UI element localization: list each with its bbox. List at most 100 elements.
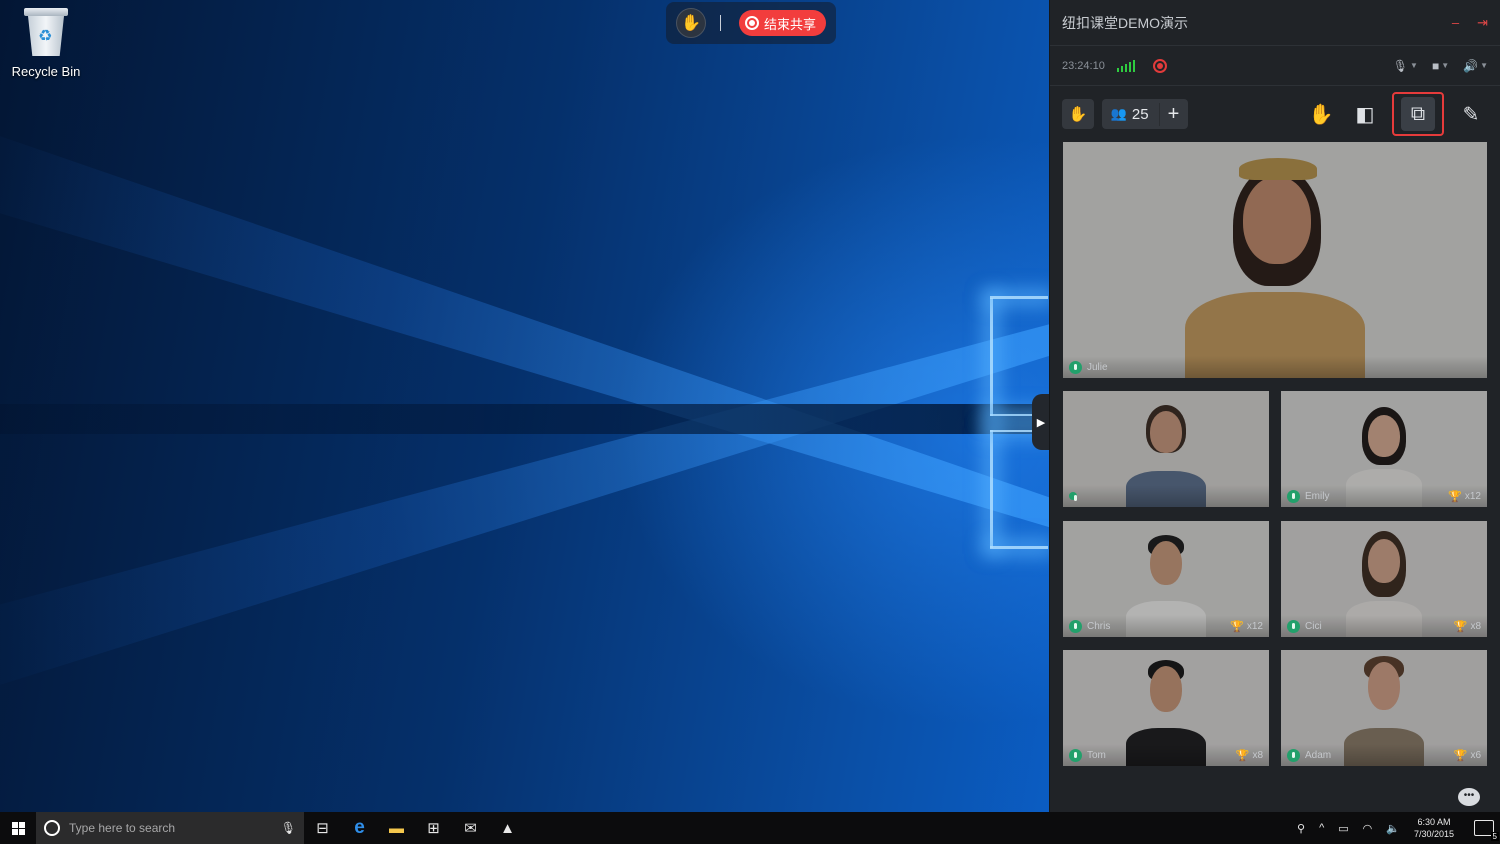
- wallpaper-window-edge: [990, 546, 1048, 549]
- end-share-label: 结束共享: [764, 16, 817, 32]
- trophy-icon: 🏆: [1453, 749, 1468, 762]
- tile-name: Julie: [1087, 361, 1108, 373]
- trophy-icon: 🏆: [1453, 620, 1468, 633]
- folder-icon: ▬: [389, 819, 404, 837]
- exit-icon[interactable]: ⇥: [1477, 15, 1488, 31]
- hand-muted-icon: ✋: [1308, 103, 1334, 126]
- hand-raise-list-button[interactable]: ✋: [1062, 99, 1094, 129]
- video-tile-student[interactable]: Chris 🏆 x12: [1063, 521, 1269, 637]
- microphone-icon: [1069, 492, 1077, 501]
- panel-collapse-handle[interactable]: ▶: [1032, 394, 1050, 450]
- taskbar-clock[interactable]: 6:30 AM 7/30/2015: [1414, 816, 1454, 840]
- wallpaper-window-edge: [990, 430, 993, 548]
- trophy-icon: 🏆: [1235, 749, 1250, 762]
- microphone-icon: [1287, 489, 1300, 503]
- system-tray: ⚲ ^ ▭ ◠ 🔈 6:30 AM 7/30/2015 5: [1297, 816, 1500, 841]
- video-tile-student[interactable]: Cici 🏆 x8: [1281, 521, 1487, 637]
- status-row: 23:24:10 🎙 ▼ ■ ▼ 🔊 ▼: [1050, 46, 1500, 86]
- whiteboard-button[interactable]: ✎: [1454, 97, 1488, 131]
- photos-icon: ▲: [500, 819, 515, 837]
- control-row: ✋ 👥 25 + ✋ ◧ ⧉ ✎: [1050, 86, 1500, 142]
- tile-namebar: Cici 🏆 x8: [1281, 615, 1487, 637]
- session-clock: 23:24:10: [1062, 59, 1105, 72]
- add-participant-button[interactable]: +: [1158, 102, 1179, 126]
- cortana-icon: [44, 820, 60, 836]
- wallpaper-shadow-band: [0, 404, 1050, 434]
- task-view-button[interactable]: ⊟: [304, 812, 341, 844]
- participants-group: 👥 25 +: [1102, 99, 1188, 129]
- layout-icon: ◧: [1355, 103, 1375, 126]
- camera-dropdown[interactable]: ■ ▼: [1432, 59, 1449, 73]
- mute-all-button[interactable]: ✋: [1304, 97, 1338, 131]
- microphone-icon: [1069, 748, 1082, 762]
- chevron-down-icon: ▼: [1410, 61, 1418, 70]
- signal-strength-icon: [1116, 59, 1135, 72]
- search-placeholder: Type here to search: [69, 821, 176, 835]
- speaker-dropdown[interactable]: 🔊 ▼: [1463, 59, 1488, 73]
- microphone-icon: [1069, 619, 1082, 633]
- start-button[interactable]: [0, 812, 36, 844]
- video-tile-student[interactable]: [1063, 391, 1269, 507]
- volume-icon[interactable]: 🔈: [1386, 822, 1400, 835]
- mail-icon: ✉: [464, 820, 477, 837]
- trophy-count: x6: [1470, 749, 1481, 761]
- video-tile-student[interactable]: Adam 🏆 x6: [1281, 650, 1487, 766]
- taskbar-search[interactable]: Type here to search 🎙: [36, 812, 304, 844]
- microphone-icon[interactable]: 🎙: [281, 821, 296, 835]
- raise-hand-button[interactable]: ✋: [676, 8, 706, 38]
- tile-name: Cici: [1305, 620, 1322, 632]
- tile-namebar: Julie: [1063, 356, 1487, 378]
- pen-icon: ✎: [1462, 103, 1480, 126]
- hand-icon: ✋: [681, 15, 701, 32]
- store-icon: ⊞: [427, 820, 440, 837]
- recycle-bin-shortcut[interactable]: ♻ Recycle Bin: [8, 6, 84, 79]
- tile-name: Chris: [1087, 620, 1111, 632]
- microphone-icon: [1069, 360, 1082, 374]
- tile-namebar: Tom 🏆 x8: [1063, 744, 1269, 766]
- mail-button[interactable]: ✉: [452, 812, 489, 844]
- participants-button[interactable]: 👥 25: [1111, 106, 1159, 123]
- video-tile-student[interactable]: Emily 🏆 x12: [1281, 391, 1487, 507]
- taskbar-time: 6:30 AM: [1417, 817, 1451, 827]
- recycle-bin-icon: ♻: [24, 6, 68, 58]
- chat-bubble-icon: •••: [1463, 790, 1475, 801]
- battery-icon[interactable]: ▭: [1338, 822, 1348, 835]
- taskbar-date: 7/30/2015: [1413, 829, 1454, 839]
- chat-button[interactable]: •••: [1458, 788, 1480, 806]
- hand-icon: ✋: [1068, 106, 1088, 123]
- tile-namebar: Chris 🏆 x12: [1063, 615, 1269, 637]
- trophy-icon: 🏆: [1230, 620, 1244, 633]
- tile-namebar: Adam 🏆 x6: [1281, 744, 1487, 766]
- toolbar-divider: [720, 15, 721, 31]
- wallpaper-window-edge: [990, 298, 993, 416]
- store-button[interactable]: ⊞: [415, 812, 452, 844]
- screen-share-icon: ⧉: [1410, 102, 1426, 125]
- notification-count: 5: [1490, 832, 1499, 841]
- end-share-button[interactable]: 结束共享: [739, 10, 826, 36]
- panel-titlebar: 纽扣课堂DEMO演示 – ⇥: [1050, 0, 1500, 46]
- taskbar: Type here to search 🎙 ⊟ e ▬ ⊞ ✉ ▲ ⚲ ^ ▭ …: [0, 812, 1500, 844]
- chevron-up-icon[interactable]: ^: [1319, 822, 1324, 834]
- action-center-icon[interactable]: 5: [1474, 820, 1499, 841]
- participant-count: 25: [1131, 105, 1149, 123]
- people-icon: 👥: [1110, 106, 1127, 121]
- edge-icon: e: [354, 817, 365, 838]
- video-tile-student[interactable]: Tom 🏆 x8: [1063, 650, 1269, 766]
- recording-indicator-icon[interactable]: [1152, 58, 1167, 73]
- video-tile-teacher[interactable]: Julie: [1063, 142, 1487, 378]
- tile-namebar: Emily 🏆 x12: [1281, 485, 1487, 507]
- trophy-count: x8: [1252, 749, 1263, 761]
- layout-switch-button[interactable]: ◧: [1348, 97, 1382, 131]
- trophy-icon: 🏆: [1448, 490, 1462, 503]
- speaker-icon: 🔊: [1463, 58, 1479, 73]
- tile-name: Adam: [1305, 749, 1332, 761]
- minimize-button[interactable]: –: [1452, 15, 1459, 30]
- edge-browser-button[interactable]: e: [341, 812, 378, 844]
- photos-button[interactable]: ▲: [489, 812, 526, 844]
- trophy-count: x12: [1246, 620, 1263, 632]
- file-explorer-button[interactable]: ▬: [378, 812, 415, 844]
- wifi-icon[interactable]: ◠: [1363, 822, 1373, 835]
- microphone-dropdown[interactable]: 🎙 ▼: [1393, 59, 1418, 73]
- screen-share-button[interactable]: ⧉: [1392, 92, 1444, 136]
- people-icon[interactable]: ⚲: [1297, 822, 1305, 835]
